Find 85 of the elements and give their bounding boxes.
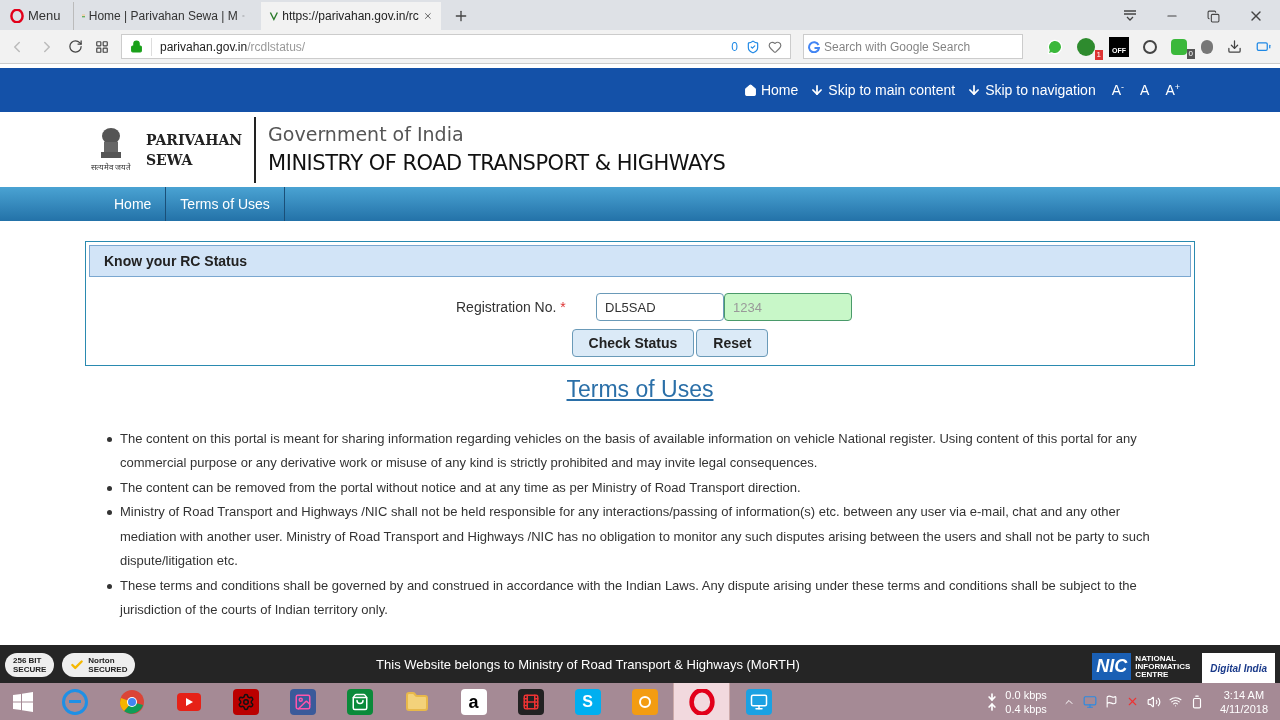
nav-link[interactable]: Terms of Uses [166, 187, 285, 221]
badge-title: Norton [88, 656, 116, 665]
volume-icon[interactable] [1146, 694, 1161, 709]
photo-icon [289, 688, 316, 715]
terms-paragraph: Ministry of Road Transport and Highways /NIC shall not be held responsible for any interactions/passing of information(s) etc. between any user via e-mail, chat and any other mediation with another user. Ministry of Road Transport and Highways /NIC has no obligation to monitor any such disputes arising between the users and shall not be party to such dispute/litigation etc. [120, 503, 1151, 570]
taskbar-app[interactable] [673, 683, 730, 720]
panel-header: Know your RC Status [89, 245, 1191, 277]
footer-text: This Website belongs to Ministry of Road Transport & Highways (MoRTH) [375, 656, 801, 674]
registration-field[interactable]: DL5SAD [596, 293, 724, 321]
form-button[interactable]: Reset [696, 329, 769, 357]
flag-tray-icon[interactable] [1104, 695, 1118, 708]
form-button[interactable]: Check Status [571, 329, 695, 357]
registration-field[interactable]: 1234 [724, 293, 852, 321]
font-size-link[interactable]: A$^{-}$ [1111, 79, 1125, 101]
browser-tab[interactable]: https://parivahan.gov.in/rc [260, 2, 441, 30]
logo-text: PARIVAHAN [146, 130, 243, 150]
url-text: parivahan.gov.in/rcdlstatus/ [151, 37, 724, 56]
site-logo-icon [268, 9, 279, 23]
clock-time: 3:14 AM [1223, 687, 1265, 702]
count-badge: 1 [1094, 49, 1103, 60]
bullet-icon [107, 510, 112, 515]
count-badge: 0 [1186, 48, 1195, 59]
badge-title: 256 BIT [13, 656, 43, 665]
speed-dial-icon[interactable] [95, 39, 109, 54]
skype-icon: S [574, 688, 601, 715]
network-speed: 0.4 kbps [1005, 701, 1047, 716]
windows-icon [13, 691, 33, 712]
bullet-icon [107, 485, 112, 491]
badge-subtitle: SECURE [13, 665, 47, 674]
emblem-caption: सत्यमेव जयते [90, 161, 132, 174]
play-icon [176, 692, 201, 711]
screen-icon [745, 688, 772, 715]
font-size-link[interactable]: A$^{+}$ [1165, 79, 1180, 101]
heart-icon[interactable] [768, 39, 782, 54]
chrome-icon [118, 688, 145, 715]
gear-icon [232, 688, 259, 715]
digital-india-logo: Digital India [1202, 653, 1275, 683]
font-size-link[interactable]: A [1140, 79, 1150, 101]
taskbar-app[interactable]: a [445, 683, 502, 720]
address-field[interactable]: parivahan.gov.in/rcdlstatus/ 0 [121, 34, 791, 59]
signal-icon[interactable] [1168, 695, 1182, 708]
bullet-icon [107, 436, 112, 442]
store-icon [346, 688, 373, 715]
extension-icon[interactable] [1077, 37, 1095, 56]
tab-menu-icon[interactable] [1123, 10, 1137, 22]
shield-icon[interactable] [746, 39, 760, 54]
search-field[interactable]: Search with Google Search [824, 37, 1018, 56]
bulb-icon[interactable] [1201, 39, 1213, 54]
opera-logo-icon [10, 9, 24, 23]
google-icon [808, 40, 820, 53]
terms-paragraph: The content can be removed from the portal without notice and at any time as per Ministry of Road Transport direction. [120, 478, 801, 497]
restore-icon[interactable] [1207, 9, 1220, 23]
badge-subtitle: SECURED [88, 665, 128, 674]
download-icon[interactable] [1227, 39, 1242, 54]
browser-menu[interactable]: Menu [6, 2, 65, 30]
film-icon [517, 688, 544, 715]
tab-title: https://parivahan.gov.in/rc [282, 8, 419, 25]
nav-link[interactable]: Home [100, 187, 167, 221]
bullet-icon [107, 583, 112, 589]
reload-icon[interactable] [68, 39, 83, 54]
terms-paragraph: The content on this portal is meant for sharing information regarding vehicles on the basis of available information on vehicle National register. Using content of this portal for any commercial purpose or any derivative work or misuse of any kind is strictly prohibited and may invite legal consequences. [120, 429, 1138, 472]
lock-icon [130, 40, 143, 53]
terms-heading[interactable]: Terms of Uses [566, 372, 714, 407]
home-icon [743, 83, 757, 97]
chat-icon[interactable] [1047, 38, 1063, 55]
search-box[interactable]: Search with Google Search [803, 34, 1023, 59]
upload-arrow-icon [987, 701, 998, 712]
topbar-link[interactable]: Skip to navigation [967, 79, 1096, 101]
download-arrow-icon [987, 691, 998, 702]
opera-icon [688, 688, 715, 715]
battery-icon[interactable] [1256, 39, 1271, 54]
header-title: MINISTRY OF ROAD TRANSPORT & HIGHWAYS [268, 150, 726, 177]
header-subtitle: Government of India [268, 121, 465, 147]
blocked-count: 0 [731, 38, 738, 56]
terms-paragraph: These terms and conditions shall be governed by and construed in accordance with the Indian Laws. Any dispute arising under these terms and conditions shall be subject to the jurisdiction of the courts of Indian territory only. [120, 576, 1138, 619]
check-icon [70, 658, 85, 672]
field-label: Registration No. * [456, 297, 567, 317]
amazon-icon: a [460, 688, 487, 715]
tab-title: Home | Parivahan Sewa | M [88, 8, 238, 25]
network-speed: 0.0 kbps [1005, 687, 1047, 702]
logo-text: SEWA [146, 150, 194, 170]
clock-date: 4/11/2018 [1219, 701, 1268, 716]
extension-icon[interactable] [1143, 39, 1157, 54]
topbar-link[interactable]: Home [743, 79, 799, 101]
topbar-link[interactable]: Skip to main content [810, 79, 956, 101]
